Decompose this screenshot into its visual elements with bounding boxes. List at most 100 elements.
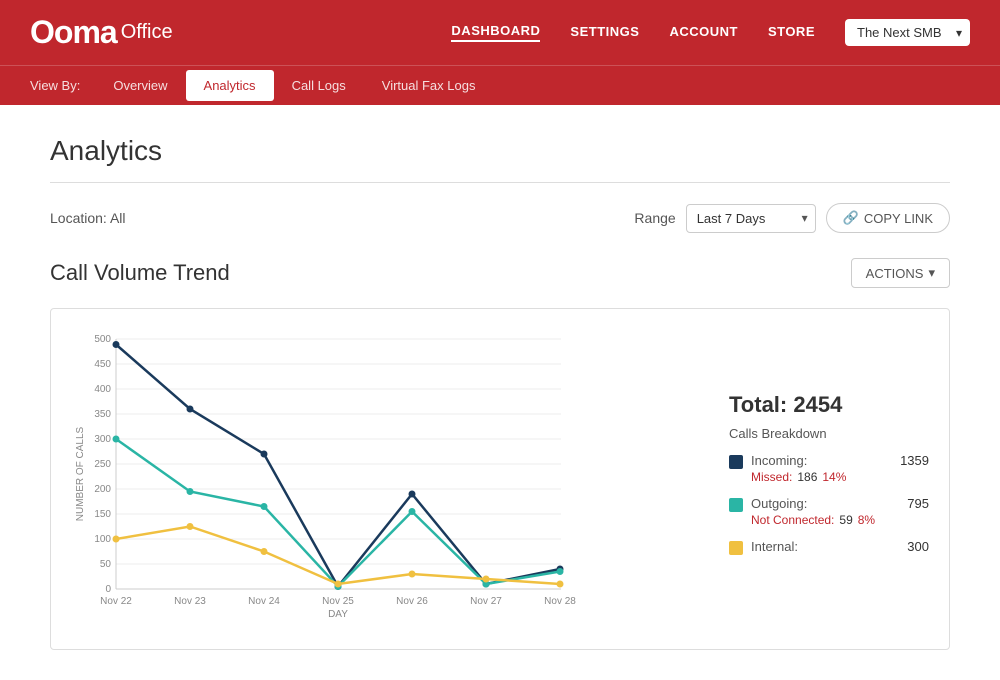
svg-text:Nov 25: Nov 25 bbox=[322, 596, 354, 607]
outgoing-dot bbox=[261, 503, 268, 510]
location-label: Location: All bbox=[50, 210, 126, 226]
incoming-dot bbox=[409, 491, 416, 498]
chart-container: NUMBER OF CALLS 0 bbox=[50, 308, 950, 650]
range-select[interactable]: Last 7 Days Last 14 Days Last 30 Days Cu… bbox=[686, 204, 816, 233]
incoming-dot bbox=[261, 451, 268, 458]
range-select-wrapper: Last 7 Days Last 14 Days Last 30 Days Cu… bbox=[686, 204, 816, 233]
svg-text:Nov 24: Nov 24 bbox=[248, 596, 280, 607]
tab-analytics[interactable]: Analytics bbox=[186, 70, 274, 101]
sub-nav-tabs: Overview Analytics Call Logs Virtual Fax… bbox=[95, 70, 493, 101]
incoming-main-row: Incoming: 1359 bbox=[751, 453, 929, 468]
svg-text:DAY: DAY bbox=[328, 609, 348, 619]
not-connected-pct: 8% bbox=[858, 513, 875, 527]
chart-legend: Total: 2454 Calls Breakdown Incoming: 13… bbox=[709, 329, 929, 629]
outgoing-name: Outgoing: bbox=[751, 496, 807, 511]
internal-dot bbox=[483, 576, 490, 583]
sub-nav: View By: Overview Analytics Call Logs Vi… bbox=[0, 65, 1000, 105]
svg-text:100: 100 bbox=[94, 534, 111, 545]
range-label: Range bbox=[634, 210, 675, 226]
view-by-label: View By: bbox=[30, 78, 80, 93]
copy-link-label: COPY LINK bbox=[864, 211, 933, 226]
svg-text:NUMBER OF CALLS: NUMBER OF CALLS bbox=[75, 426, 86, 521]
internal-details: Internal: 300 bbox=[751, 539, 929, 554]
internal-line bbox=[116, 527, 560, 585]
missed-pct: 14% bbox=[822, 470, 846, 484]
svg-text:Nov 23: Nov 23 bbox=[174, 596, 206, 607]
internal-dot bbox=[335, 581, 342, 588]
page-title: Analytics bbox=[50, 135, 950, 167]
incoming-count: 1359 bbox=[900, 453, 929, 468]
internal-dot bbox=[113, 536, 120, 543]
svg-text:Nov 27: Nov 27 bbox=[470, 596, 502, 607]
svg-text:250: 250 bbox=[94, 459, 111, 470]
internal-dot bbox=[557, 581, 564, 588]
nav-store[interactable]: STORE bbox=[768, 24, 815, 41]
logo-office: Office bbox=[121, 21, 173, 44]
chart-svg: NUMBER OF CALLS 0 bbox=[71, 329, 591, 619]
svg-text:Nov 26: Nov 26 bbox=[396, 596, 428, 607]
actions-label: ACTIONS bbox=[866, 266, 924, 281]
outgoing-dot bbox=[557, 568, 564, 575]
account-selector-wrapper: The Next SMB bbox=[815, 19, 970, 46]
svg-text:50: 50 bbox=[100, 559, 112, 570]
internal-dot bbox=[187, 523, 194, 530]
link-icon: 🔗 bbox=[843, 210, 859, 226]
main-content: Analytics Location: All Range Last 7 Day… bbox=[0, 105, 1000, 680]
filter-row: Location: All Range Last 7 Days Last 14 … bbox=[50, 203, 950, 233]
legend-breakdown-title: Calls Breakdown bbox=[729, 426, 929, 441]
missed-count: 186 bbox=[797, 470, 817, 484]
svg-text:300: 300 bbox=[94, 434, 111, 445]
chart-title: Call Volume Trend bbox=[50, 260, 230, 286]
svg-text:150: 150 bbox=[94, 509, 111, 520]
svg-text:500: 500 bbox=[94, 334, 111, 345]
internal-name: Internal: bbox=[751, 539, 798, 554]
outgoing-dot bbox=[113, 436, 120, 443]
outgoing-main-row: Outgoing: 795 bbox=[751, 496, 929, 511]
outgoing-sub-row: Not Connected: 59 8% bbox=[751, 513, 929, 527]
svg-text:350: 350 bbox=[94, 409, 111, 420]
not-connected-name: Not Connected: bbox=[751, 513, 834, 527]
outgoing-details: Outgoing: 795 Not Connected: 59 8% bbox=[751, 496, 929, 527]
internal-count: 300 bbox=[907, 539, 929, 554]
legend-item-outgoing: Outgoing: 795 Not Connected: 59 8% bbox=[729, 496, 929, 527]
divider bbox=[50, 182, 950, 183]
incoming-name: Incoming: bbox=[751, 453, 807, 468]
outgoing-dot bbox=[187, 488, 194, 495]
tab-call-logs[interactable]: Call Logs bbox=[274, 70, 364, 101]
nav-settings[interactable]: SETTINGS bbox=[570, 24, 639, 41]
actions-button[interactable]: ACTIONS ▾ bbox=[851, 258, 950, 288]
internal-dot bbox=[409, 571, 416, 578]
outgoing-dot bbox=[409, 508, 416, 515]
svg-text:0: 0 bbox=[105, 584, 111, 595]
not-connected-count: 59 bbox=[839, 513, 852, 527]
incoming-details: Incoming: 1359 Missed: 186 14% bbox=[751, 453, 929, 484]
svg-text:Nov 22: Nov 22 bbox=[100, 596, 132, 607]
top-header: Ooma Office DASHBOARD SETTINGS ACCOUNT S… bbox=[0, 0, 1000, 65]
incoming-sub-row: Missed: 186 14% bbox=[751, 470, 929, 484]
svg-text:450: 450 bbox=[94, 359, 111, 370]
nav-account[interactable]: ACCOUNT bbox=[669, 24, 738, 41]
svg-text:Nov 28: Nov 28 bbox=[544, 596, 576, 607]
svg-text:400: 400 bbox=[94, 384, 111, 395]
main-nav: DASHBOARD SETTINGS ACCOUNT STORE bbox=[451, 23, 815, 42]
incoming-color-box bbox=[729, 455, 743, 469]
internal-dot bbox=[261, 548, 268, 555]
legend-item-incoming: Incoming: 1359 Missed: 186 14% bbox=[729, 453, 929, 484]
internal-color-box bbox=[729, 541, 743, 555]
chart-section-header: Call Volume Trend ACTIONS ▾ bbox=[50, 258, 950, 288]
chart-area: NUMBER OF CALLS 0 bbox=[71, 329, 709, 629]
tab-virtual-fax-logs[interactable]: Virtual Fax Logs bbox=[364, 70, 494, 101]
incoming-dot bbox=[113, 341, 120, 348]
legend-total: Total: 2454 bbox=[729, 392, 929, 418]
internal-main-row: Internal: 300 bbox=[751, 539, 929, 554]
logo: Ooma Office bbox=[30, 14, 173, 51]
copy-link-button[interactable]: 🔗 COPY LINK bbox=[826, 203, 950, 233]
incoming-line bbox=[116, 345, 560, 587]
nav-dashboard[interactable]: DASHBOARD bbox=[451, 23, 540, 42]
outgoing-color-box bbox=[729, 498, 743, 512]
missed-name: Missed: bbox=[751, 470, 792, 484]
account-selector[interactable]: The Next SMB bbox=[845, 19, 970, 46]
incoming-dot bbox=[187, 406, 194, 413]
tab-overview[interactable]: Overview bbox=[95, 70, 185, 101]
svg-text:200: 200 bbox=[94, 484, 111, 495]
